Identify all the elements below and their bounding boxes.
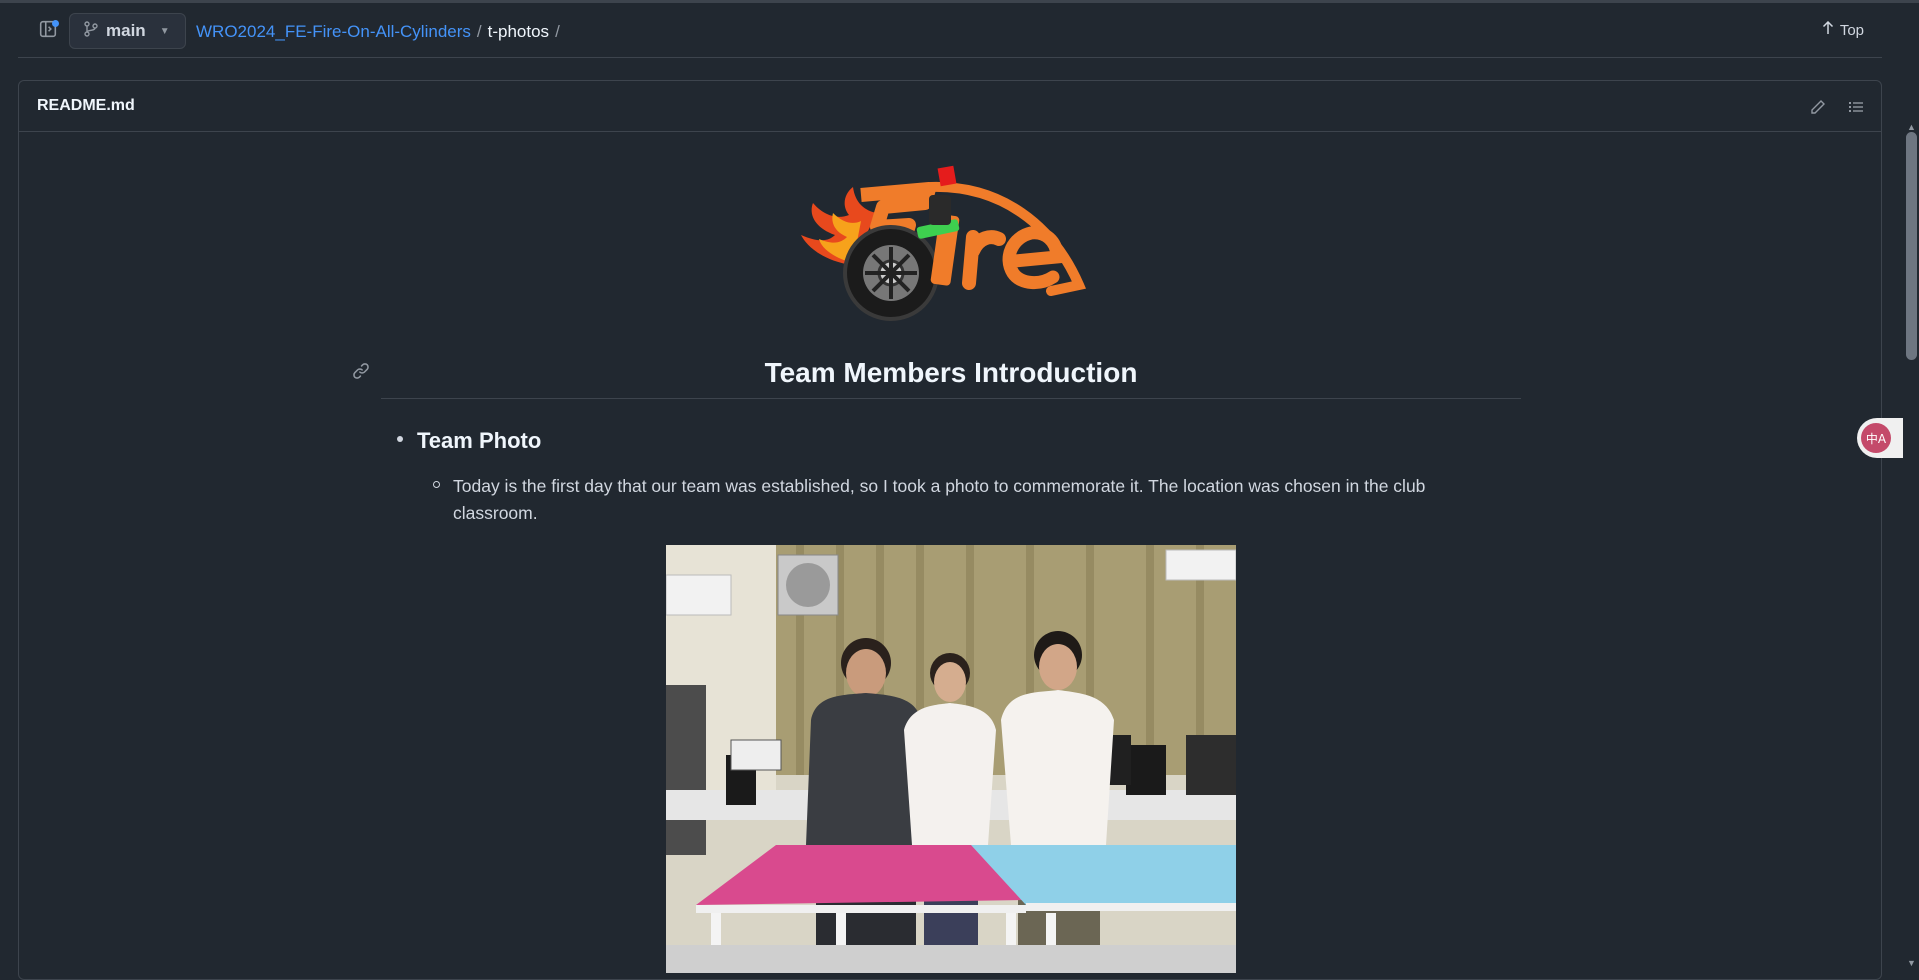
- back-to-top-button[interactable]: Top: [1822, 20, 1864, 39]
- scroll-up-arrow-icon[interactable]: ▲: [1906, 122, 1917, 132]
- breadcrumb: WRO2024_FE-Fire-On-All-Cylinders / t-pho…: [196, 22, 560, 42]
- chevron-down-icon: ▼: [159, 25, 170, 37]
- breadcrumb-separator: /: [555, 22, 560, 41]
- team-photo-description: Today is the first day that our team was…: [453, 476, 1426, 523]
- scrollbar-thumb[interactable]: [1906, 132, 1917, 360]
- breadcrumb-repo-link[interactable]: WRO2024_FE-Fire-On-All-Cylinders: [196, 22, 471, 42]
- branch-name: main: [106, 21, 146, 40]
- translate-button[interactable]: 中A: [1857, 418, 1903, 458]
- branch-select-button[interactable]: main ▼: [69, 13, 186, 49]
- list-icon[interactable]: [1845, 96, 1867, 118]
- file-sticky-header: main ▼ WRO2024_FE-Fire-On-All-Cylinders …: [18, 4, 1882, 58]
- readme-filename: README.md: [37, 97, 135, 114]
- scroll-down-arrow-icon[interactable]: ▼: [1906, 958, 1917, 968]
- list-bullet: [397, 436, 403, 442]
- window-top-border: [0, 0, 1919, 3]
- section-title: Team Photo: [417, 428, 542, 453]
- pencil-icon[interactable]: [1807, 96, 1829, 118]
- sublist-bullet: [433, 481, 440, 488]
- arrow-up-icon: [1822, 20, 1834, 39]
- fire-team-logo: [801, 165, 1086, 321]
- translate-icon: 中A: [1861, 423, 1891, 453]
- link-icon[interactable]: [352, 362, 372, 382]
- team-photo: [666, 545, 1236, 973]
- git-branch-icon: [84, 20, 98, 42]
- readme-header: README.md: [19, 81, 1881, 132]
- notification-dot: [52, 20, 59, 27]
- readme-heading: Team Members Introduction: [381, 357, 1521, 399]
- breadcrumb-current-folder: t-photos: [487, 22, 550, 41]
- breadcrumb-separator: /: [476, 22, 482, 41]
- back-to-top-label: Top: [1839, 21, 1864, 39]
- sidebar-toggle-button[interactable]: [36, 19, 60, 43]
